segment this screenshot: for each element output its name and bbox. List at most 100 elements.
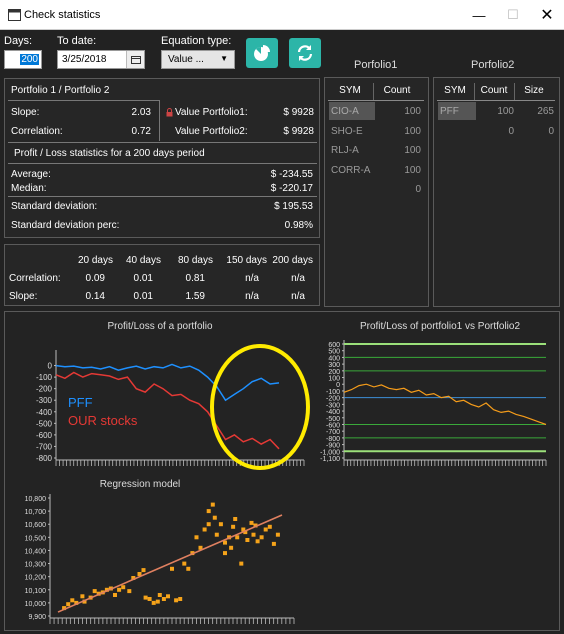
vp2-label: Value Portfolio2: <box>175 125 248 137</box>
p1-sym-cell[interactable]: SHO-E <box>331 126 363 137</box>
chart3-title: Regression model <box>99 479 181 490</box>
scatter-point <box>166 594 170 599</box>
days-label: Days: <box>4 35 33 47</box>
lock-icon <box>166 107 173 116</box>
series-line-difference <box>343 383 547 426</box>
period-header: 80 days <box>177 254 213 266</box>
vp1-label: Value Portfolio1: <box>175 106 248 118</box>
correlation-label: Correlation: <box>11 125 63 137</box>
sd-value: $ 195.53 <box>274 200 313 212</box>
scatter-point <box>263 527 268 532</box>
chart2-svg: 6005004003002001000-100-200-300-400-500-… <box>320 340 547 466</box>
y-tick-label: -1,100 <box>320 456 340 463</box>
y-tick-label: 10,200 <box>25 575 47 582</box>
y-tick-label: 10,800 <box>25 496 47 503</box>
scatter-point <box>214 532 219 537</box>
portfolio1-grid[interactable]: SYM Count CIO-A 100 SHO-E 100 RLJ-A 100 … <box>324 77 429 307</box>
y-tick-label: 10,000 <box>25 601 47 608</box>
scatter-point <box>245 538 250 542</box>
scatter-point <box>194 535 199 540</box>
scatter-point <box>70 598 75 603</box>
refresh-button[interactable] <box>289 38 321 68</box>
eqtype-value: Value ... <box>168 54 204 65</box>
period-header: 20 days <box>77 254 113 266</box>
scatter-point <box>271 541 276 546</box>
eqtype-select[interactable]: Value ... ▼ <box>161 50 235 69</box>
p2-size-cell[interactable]: 0 <box>514 126 554 137</box>
p2-col-sym[interactable]: SYM <box>437 85 473 96</box>
p2-col-size[interactable]: Size <box>515 85 553 96</box>
stats-header: Portfolio 1 / Portfolio 2 <box>11 85 110 96</box>
p2-sym-cell[interactable]: PFF <box>440 106 459 117</box>
p1-count-cell[interactable]: 100 <box>375 106 421 117</box>
chart2-title: Profit/Loss of portfolio1 vs Portfolio2 <box>359 321 521 332</box>
y-tick-label: -400 <box>36 408 53 417</box>
scatter-point <box>249 520 254 525</box>
days-input[interactable]: 200 <box>4 50 42 69</box>
y-tick-label: 10,700 <box>25 509 47 516</box>
period-cell: 0.81 <box>185 272 205 284</box>
scatter-point <box>174 598 179 603</box>
p1-col-count[interactable]: Count <box>375 85 419 96</box>
p1-sym-cell[interactable]: CORR-A <box>331 165 370 176</box>
p1-count-cell[interactable]: 100 <box>375 165 421 176</box>
p2-count-cell[interactable]: 100 <box>476 106 514 117</box>
sdp-label: Standard deviation perc: <box>11 219 120 231</box>
p2-col-count[interactable]: Count <box>475 85 513 96</box>
portfolio2-grid[interactable]: SYM Count Size PFF 100 265 0 0 <box>433 77 560 307</box>
pie-chart-button[interactable] <box>246 38 278 68</box>
p1-count-cell[interactable]: 100 <box>375 126 421 137</box>
app-icon <box>8 9 21 21</box>
period-header: 200 days <box>272 254 313 266</box>
highlight-ellipse <box>210 344 310 470</box>
p2-size-cell[interactable]: 265 <box>514 106 554 117</box>
scatter-point <box>147 597 152 601</box>
period-header: 150 days <box>226 254 267 266</box>
scatter-point <box>186 566 191 571</box>
scatter-point <box>223 551 227 556</box>
p1-sym-cell[interactable]: CIO-A <box>331 106 359 117</box>
pie-chart-icon <box>254 45 270 61</box>
y-tick-label: 9,900 <box>28 614 46 621</box>
scatter-point <box>178 597 183 601</box>
maximize-icon[interactable]: ☐ <box>496 0 530 30</box>
scatter-point <box>206 522 211 527</box>
period-cell: n/a <box>245 272 259 284</box>
periods-table: 20 days 40 days 80 days 150 days 200 day… <box>5 251 317 305</box>
vp2-value: $ 9928 <box>283 125 314 137</box>
title-bar: Check statistics — ☐ ✕ <box>0 0 564 30</box>
slope-value: 2.03 <box>131 106 151 118</box>
stats-panel: Portfolio 1 / Portfolio 2 Slope: 2.03 Co… <box>4 78 320 238</box>
vp1-value: $ 9928 <box>283 106 314 118</box>
vp2-row: Value Portfolio2: $ 9928 <box>160 120 320 142</box>
legend-our-stocks: OUR stocks <box>68 413 138 428</box>
days-value: 200 <box>20 54 39 65</box>
scatter-point <box>157 593 162 597</box>
scatter-point <box>151 600 156 605</box>
close-icon[interactable]: ✕ <box>530 0 564 30</box>
periods-slope-label: Slope: <box>9 290 38 302</box>
portfolio1-title: Porfolio1 <box>354 59 398 71</box>
p2-count-cell[interactable]: 0 <box>476 126 514 137</box>
sd-label: Standard deviation: <box>11 200 98 212</box>
y-tick-label: -600 <box>36 431 53 440</box>
scatter-point <box>121 585 126 590</box>
period-cell: 1.59 <box>185 290 205 302</box>
p1-col-sym[interactable]: SYM <box>328 85 372 96</box>
window-title: Check statistics <box>24 9 101 21</box>
p1-count-cell[interactable]: 100 <box>375 145 421 156</box>
scatter-point <box>92 589 97 594</box>
scatter-point <box>210 502 215 507</box>
todate-picker[interactable]: 3/25/2018 <box>57 50 145 69</box>
y-tick-label: 10,400 <box>25 548 47 555</box>
scatter-point <box>127 589 132 594</box>
y-tick-label: -300 <box>36 396 53 405</box>
minimize-icon[interactable]: — <box>462 0 496 30</box>
scatter-point <box>267 524 272 529</box>
calendar-icon[interactable] <box>126 51 144 68</box>
scatter-point <box>255 539 260 544</box>
scatter-point <box>80 594 85 599</box>
p1-sym-cell[interactable]: RLJ-A <box>331 145 359 156</box>
scatter-point <box>182 561 187 566</box>
p1-count-cell[interactable]: 0 <box>375 184 421 195</box>
